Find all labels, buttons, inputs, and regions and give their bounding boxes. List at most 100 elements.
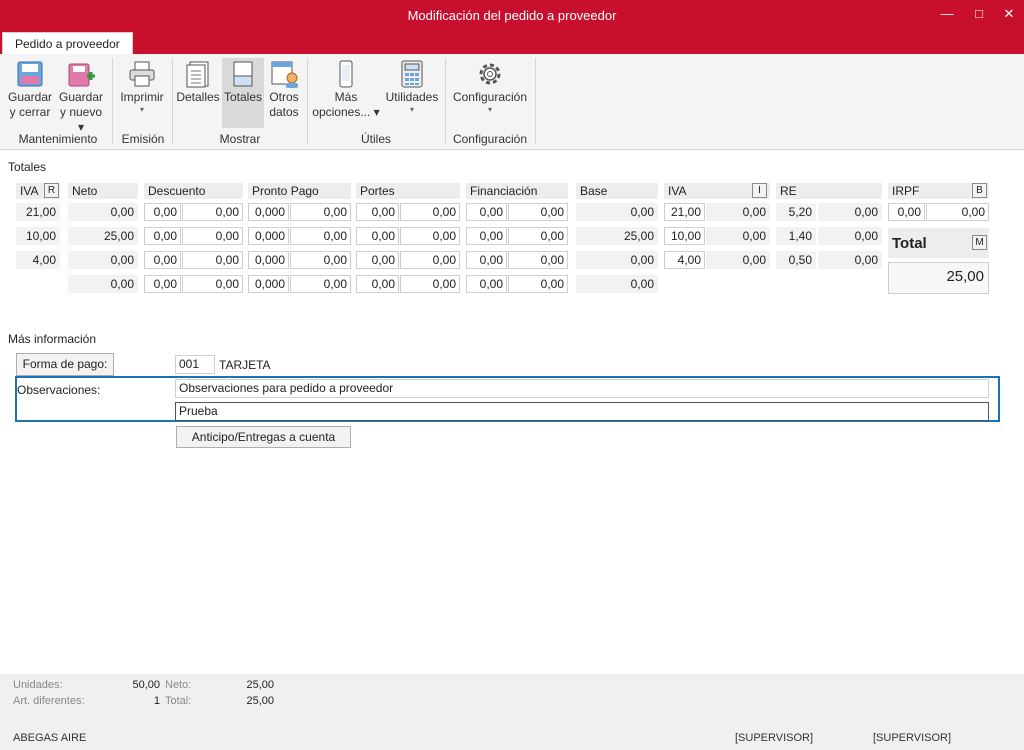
row3-iva2: 0,00: [706, 251, 770, 269]
advance-payments-button[interactable]: Anticipo/Entregas a cuenta: [176, 426, 351, 448]
header-financiacion: Financiación: [466, 183, 568, 199]
section-mas-informacion: Más información: [8, 332, 97, 346]
row1-desc[interactable]: 0,00: [182, 203, 243, 221]
row3-fin[interactable]: 0,00: [508, 251, 568, 269]
row3-desc-pct[interactable]: 0,00: [144, 251, 181, 269]
group-mostrar: Mostrar: [219, 132, 261, 146]
minimize-button[interactable]: —: [935, 4, 959, 24]
close-button[interactable]: ✕: [997, 4, 1021, 24]
more-options-button[interactable]: Más opciones... ▾: [312, 58, 380, 128]
save-new-icon: [68, 63, 95, 87]
row3-port-pct[interactable]: 0,00: [356, 251, 399, 269]
row1-iva2: 0,00: [706, 203, 770, 221]
ribbon: Guardar y cerrar Guardar y nuevo ▾ Impri…: [0, 54, 1024, 150]
save-close-icon: [17, 61, 43, 87]
row3-re-pct: 0,50: [776, 251, 816, 269]
row3-neto: 0,00: [68, 251, 138, 269]
row2-iva2: 0,00: [706, 227, 770, 245]
header-neto: Neto: [68, 183, 138, 199]
row3-pp[interactable]: 0,00: [290, 251, 351, 269]
irpf-b-button[interactable]: B: [972, 183, 987, 198]
sum-port-pct[interactable]: 0,00: [356, 275, 399, 293]
total-footer-value: 25,00: [246, 695, 274, 707]
row2-fin-pct[interactable]: 0,00: [466, 227, 507, 245]
row2-pp[interactable]: 0,00: [290, 227, 351, 245]
observations-label: Observaciones:: [17, 383, 101, 397]
payment-method-button[interactable]: Forma de pago:: [16, 353, 114, 376]
row2-re: 0,00: [818, 227, 882, 245]
printer-icon: [129, 61, 155, 87]
sum-fin[interactable]: 0,00: [508, 275, 568, 293]
save-close-button[interactable]: Guardar y cerrar: [6, 58, 54, 128]
company-name: ABEGAS AIRE: [13, 732, 87, 744]
diff-items-value: 1: [153, 695, 160, 707]
details-icon: [186, 61, 209, 88]
irpf-value[interactable]: 0,00: [926, 203, 989, 221]
sum-pp[interactable]: 0,00: [290, 275, 351, 293]
sum-desc[interactable]: 0,00: [182, 275, 243, 293]
diff-items-label: Art. diferentes:: [13, 695, 85, 707]
row2-iva2-pct[interactable]: 10,00: [664, 227, 705, 245]
row2-desc[interactable]: 0,00: [182, 227, 243, 245]
row1-desc-pct[interactable]: 0,00: [144, 203, 181, 221]
total-footer-label: Total:: [165, 695, 192, 707]
group-utiles: Útiles: [360, 132, 391, 146]
configuration-button[interactable]: Configuración ▾: [450, 58, 530, 128]
row1-pp[interactable]: 0,00: [290, 203, 351, 221]
row1-port-pct[interactable]: 0,00: [356, 203, 399, 221]
row2-pp-pct[interactable]: 0,000: [248, 227, 289, 245]
row3-fin-pct[interactable]: 0,00: [466, 251, 507, 269]
row1-re: 0,00: [818, 203, 882, 221]
units-label: Unidades:: [13, 679, 63, 691]
total-m-button[interactable]: M: [972, 235, 987, 250]
group-configuracion: Configuración: [452, 132, 528, 146]
observations-line2[interactable]: Prueba: [175, 402, 989, 421]
sum-neto: 0,00: [68, 275, 138, 293]
row1-fin[interactable]: 0,00: [508, 203, 568, 221]
gear-icon: [479, 63, 501, 85]
payment-code-field[interactable]: 001: [175, 355, 215, 374]
row3-pp-pct[interactable]: 0,000: [248, 251, 289, 269]
print-button[interactable]: Imprimir ▾: [118, 58, 166, 128]
header-descuento: Descuento: [144, 183, 243, 199]
row2-desc-pct[interactable]: 0,00: [144, 227, 181, 245]
group-emision: Emisión: [121, 132, 165, 146]
row2-fin[interactable]: 0,00: [508, 227, 568, 245]
row3-iva: 4,00: [16, 251, 60, 269]
row1-port[interactable]: 0,00: [400, 203, 460, 221]
row3-port[interactable]: 0,00: [400, 251, 460, 269]
title-bar: Modificación del pedido a proveedor — □ …: [0, 0, 1024, 32]
row1-fin-pct[interactable]: 0,00: [466, 203, 507, 221]
row1-base: 0,00: [576, 203, 658, 221]
iva-r-button[interactable]: R: [44, 183, 59, 198]
irpf-pct[interactable]: 0,00: [888, 203, 925, 221]
sum-desc-pct[interactable]: 0,00: [144, 275, 181, 293]
row3-iva2-pct[interactable]: 4,00: [664, 251, 705, 269]
maximize-button[interactable]: □: [967, 4, 991, 24]
row1-neto: 0,00: [68, 203, 138, 221]
sum-pp-pct[interactable]: 0,000: [248, 275, 289, 293]
row2-port-pct[interactable]: 0,00: [356, 227, 399, 245]
row3-desc[interactable]: 0,00: [182, 251, 243, 269]
save-new-button[interactable]: Guardar y nuevo ▾: [56, 58, 106, 134]
sum-port[interactable]: 0,00: [400, 275, 460, 293]
row1-iva: 21,00: [16, 203, 60, 221]
footer: Unidades: 50,00 Neto: 25,00 Art. diferen…: [0, 674, 1024, 750]
row1-pp-pct[interactable]: 0,000: [248, 203, 289, 221]
sum-base: 0,00: [576, 275, 658, 293]
sum-fin-pct[interactable]: 0,00: [466, 275, 507, 293]
row2-port[interactable]: 0,00: [400, 227, 460, 245]
observations-line1[interactable]: Observaciones para pedido a proveedor: [175, 379, 989, 398]
user-status-1: [SUPERVISOR]: [735, 732, 814, 744]
header-portes: Portes: [356, 183, 460, 199]
details-button[interactable]: Detalles: [176, 58, 220, 128]
row3-re: 0,00: [818, 251, 882, 269]
utilities-button[interactable]: Utilidades ▾: [384, 58, 440, 128]
row2-neto: 25,00: [68, 227, 138, 245]
row1-iva2-pct[interactable]: 21,00: [664, 203, 705, 221]
user-status-2: [SUPERVISOR]: [873, 732, 952, 744]
tab-pedido-proveedor[interactable]: Pedido a proveedor: [2, 32, 133, 54]
other-data-button[interactable]: Otros datos: [266, 58, 302, 128]
iva-i-button[interactable]: I: [752, 183, 767, 198]
totals-button[interactable]: Totales: [222, 58, 264, 128]
